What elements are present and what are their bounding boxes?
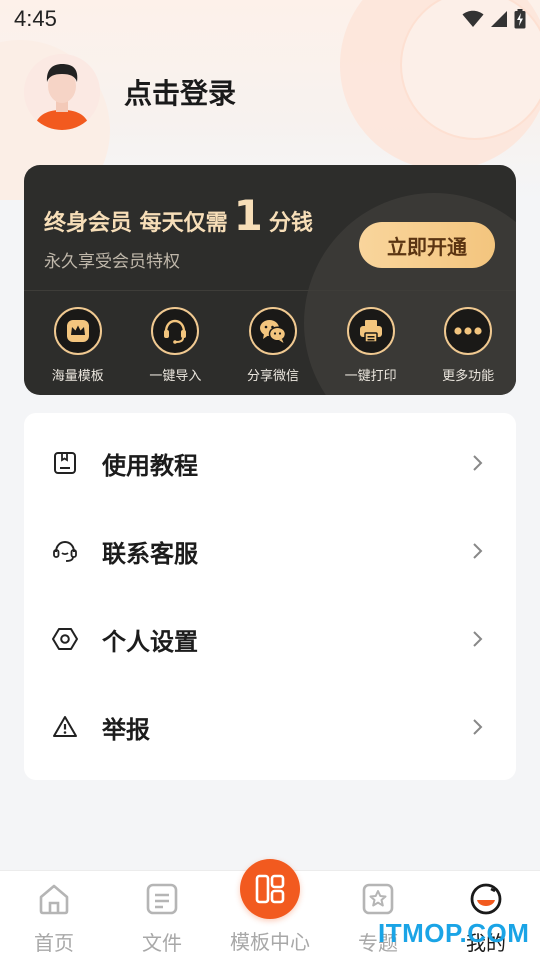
vip-membership-card: 终身会员 每天仅需 1 分钱 永久享受会员特权 立即开通 海量模板 一键导入 分… bbox=[24, 165, 516, 395]
headset-icon bbox=[151, 307, 200, 355]
watermark: ITMOP.COM bbox=[378, 918, 530, 948]
template-center-icon bbox=[255, 874, 285, 904]
chevron-right-icon bbox=[468, 717, 488, 737]
feature-massive-templates[interactable]: 海量模板 bbox=[30, 307, 126, 384]
battery-charging-icon bbox=[514, 9, 526, 29]
menu-label: 使用教程 bbox=[102, 451, 198, 480]
default-avatar-icon bbox=[24, 54, 100, 130]
feature-label: 海量模板 bbox=[51, 369, 104, 384]
settings-icon bbox=[52, 626, 78, 652]
cellular-signal-icon bbox=[491, 11, 507, 27]
menu-label: 个人设置 bbox=[102, 627, 198, 656]
nav-file[interactable]: 文件 bbox=[108, 871, 216, 960]
nav-home[interactable]: 首页 bbox=[0, 871, 108, 960]
vip-title-prefix: 终身会员 每天仅需 bbox=[44, 211, 228, 236]
menu-label: 联系客服 bbox=[102, 539, 198, 568]
vip-title: 终身会员 每天仅需 1 分钱 bbox=[44, 195, 313, 237]
feature-one-click-print[interactable]: 一键打印 bbox=[323, 307, 419, 384]
menu-item-customer-service[interactable]: 联系客服 bbox=[24, 507, 516, 595]
menu-item-report[interactable]: 举报 bbox=[24, 683, 516, 771]
template-center-button[interactable] bbox=[240, 859, 300, 919]
menu-item-personal-settings[interactable]: 个人设置 bbox=[24, 595, 516, 683]
activate-vip-button[interactable]: 立即开通 bbox=[359, 222, 495, 268]
nav-label[interactable]: 模板中心 bbox=[216, 926, 324, 955]
tutorial-icon bbox=[52, 450, 78, 476]
login-link[interactable]: 点击登录 bbox=[124, 72, 236, 112]
status-icons bbox=[462, 9, 526, 29]
settings-menu: 使用教程 联系客服 个人设置 举报 bbox=[24, 413, 516, 780]
vip-title-number: 1 bbox=[233, 191, 263, 240]
nav-label: 首页 bbox=[34, 931, 74, 955]
vip-subtitle: 永久享受会员特权 bbox=[44, 252, 180, 272]
feature-share-wechat[interactable]: 分享微信 bbox=[225, 307, 321, 384]
status-time: 4:45 bbox=[14, 6, 57, 31]
wifi-icon bbox=[462, 10, 484, 27]
chevron-right-icon bbox=[468, 629, 488, 649]
more-icon bbox=[444, 307, 493, 355]
report-icon bbox=[52, 714, 78, 740]
feature-label: 分享微信 bbox=[246, 369, 299, 384]
nav-label: 文件 bbox=[142, 931, 182, 955]
menu-item-tutorial[interactable]: 使用教程 bbox=[24, 419, 516, 507]
chevron-right-icon bbox=[468, 453, 488, 473]
divider bbox=[24, 290, 516, 291]
customer-service-icon bbox=[52, 538, 78, 564]
avatar[interactable] bbox=[24, 54, 100, 130]
home-icon bbox=[36, 881, 72, 917]
wechat-icon bbox=[248, 307, 297, 355]
status-bar: 4:45 bbox=[0, 0, 540, 38]
feature-label: 一键导入 bbox=[149, 369, 202, 384]
feature-more-functions[interactable]: 更多功能 bbox=[420, 307, 516, 384]
topic-star-icon bbox=[360, 881, 396, 917]
feature-label: 一键打印 bbox=[344, 369, 397, 384]
feature-one-click-import[interactable]: 一键导入 bbox=[128, 307, 224, 384]
profile-header[interactable]: 点击登录 bbox=[24, 54, 236, 130]
vip-feature-list: 海量模板 一键导入 分享微信 一键打印 更多功能 bbox=[24, 307, 516, 384]
chevron-right-icon bbox=[468, 541, 488, 561]
file-icon bbox=[144, 881, 180, 917]
vip-title-suffix: 分钱 bbox=[268, 211, 313, 236]
crown-icon bbox=[53, 307, 102, 355]
feature-label: 更多功能 bbox=[442, 369, 495, 384]
profile-icon bbox=[468, 881, 504, 917]
printer-icon bbox=[346, 307, 395, 355]
menu-label: 举报 bbox=[102, 715, 150, 744]
